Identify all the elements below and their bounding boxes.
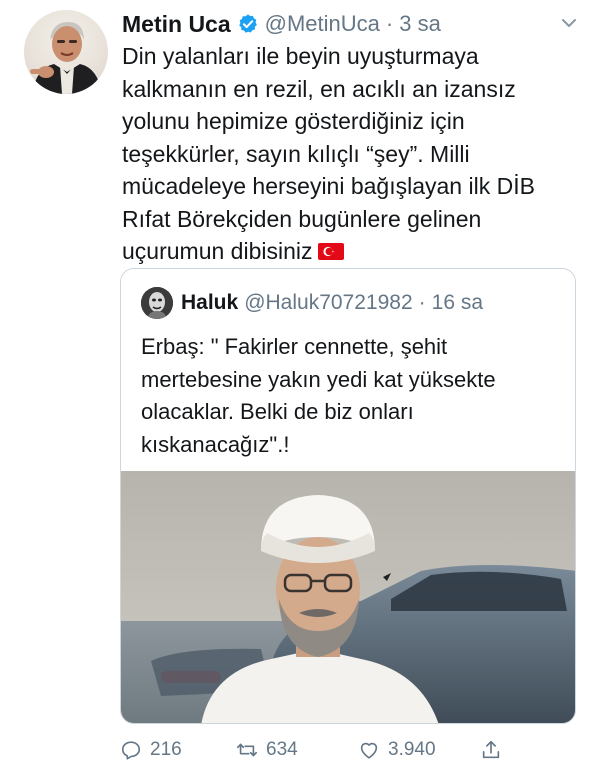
author-avatar-image [30, 22, 102, 94]
quoted-tweet-header: Haluk @Haluk70721982 · 16 sa [181, 287, 483, 319]
quoted-separator-dot: · [418, 291, 426, 314]
share-button[interactable] [480, 736, 502, 764]
verified-badge-icon [238, 14, 257, 33]
tweet-timestamp[interactable]: 3 sa [399, 11, 441, 37]
like-button[interactable]: 3.940 [358, 736, 436, 764]
quoted-tweet-text: Erbaş: " Fakirler cennette, şehit merteb… [141, 334, 496, 457]
author-name[interactable]: Metin Uca [122, 11, 231, 38]
quoted-tweet[interactable]: Haluk @Haluk70721982 · 16 sa Erbaş: " Fa… [120, 268, 576, 724]
tweet-text: Din yalanları ile beyin uyuşturmaya kalk… [122, 40, 577, 268]
quoted-tweet-timestamp[interactable]: 16 sa [432, 291, 483, 315]
heart-icon [360, 742, 378, 759]
quoted-author-avatar[interactable] [141, 287, 173, 319]
separator-dot: · [385, 11, 394, 36]
reply-button[interactable]: 216 [120, 736, 182, 764]
share-icon [482, 740, 500, 759]
turkey-flag-icon [318, 243, 345, 260]
quoted-tweet-photo[interactable] [121, 471, 575, 723]
tweet-actions: 216 634 3.940 [120, 736, 580, 764]
retweet-button[interactable]: 634 [236, 736, 298, 764]
chevron-down-icon[interactable] [560, 14, 578, 32]
tweet[interactable]: Metin Uca @MetinUca · 3 sa Din yalanları… [0, 0, 600, 774]
author-avatar[interactable] [24, 10, 108, 94]
photo-image [121, 471, 575, 723]
like-count: 3.940 [388, 739, 436, 760]
reply-icon [121, 741, 141, 760]
quoted-author-handle[interactable]: @Haluk70721982 [244, 291, 412, 315]
tweet-header: Metin Uca @MetinUca · 3 sa [122, 8, 441, 40]
quoted-avatar-image [141, 287, 173, 319]
quoted-author-name[interactable]: Haluk [181, 291, 238, 315]
tweet-text-content: Din yalanları ile beyin uyuşturmaya kalk… [122, 43, 535, 264]
author-handle[interactable]: @MetinUca [265, 11, 380, 37]
retweet-icon [237, 743, 257, 757]
reply-count: 216 [150, 739, 182, 760]
retweet-count: 634 [266, 739, 298, 760]
